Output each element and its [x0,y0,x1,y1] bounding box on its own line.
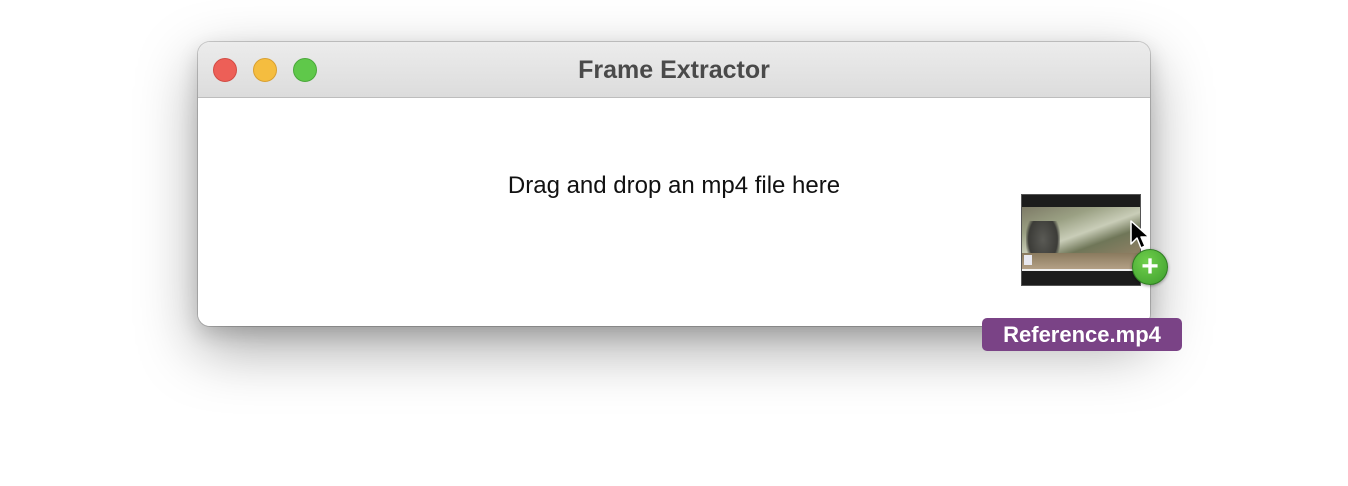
plus-icon: + [1132,249,1168,285]
title-bar[interactable]: Frame Extractor [198,42,1150,98]
window-title: Frame Extractor [578,56,770,84]
thumbnail-marker [1024,255,1032,265]
desktop: Frame Extractor Drag and drop an mp4 fil… [0,0,1348,486]
arrow-cursor-icon [1130,220,1150,249]
dragged-file-name: Reference.mp4 [982,318,1182,351]
drop-zone[interactable]: Drag and drop an mp4 file here [198,98,1150,326]
video-frame-image [1022,207,1140,271]
drop-prompt: Drag and drop an mp4 file here [507,172,841,199]
app-window: Frame Extractor Drag and drop an mp4 fil… [198,42,1150,326]
dragged-video-thumbnail[interactable] [1021,194,1141,286]
thumbnail-stripe [1022,269,1140,271]
